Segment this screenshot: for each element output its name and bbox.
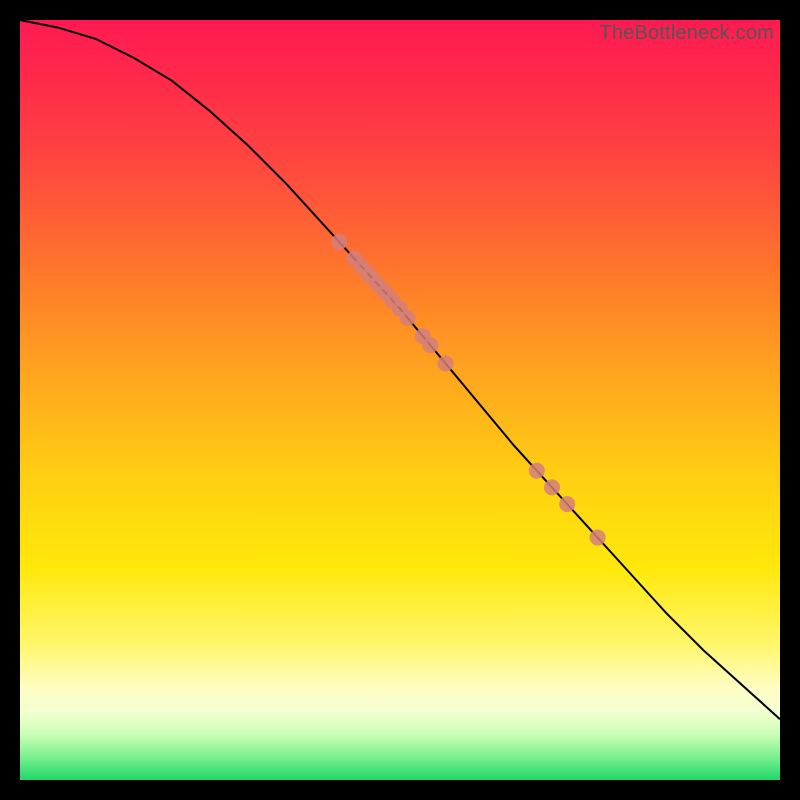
chart-frame: TheBottleneck.com [0, 0, 800, 800]
data-point [400, 310, 416, 326]
data-point [590, 530, 606, 546]
bottleneck-curve [20, 20, 780, 719]
data-point [438, 356, 454, 372]
plot-area: TheBottleneck.com [20, 20, 780, 780]
data-point [331, 234, 347, 250]
data-point [422, 337, 438, 353]
data-point [559, 496, 575, 512]
curve-layer [20, 20, 780, 780]
data-point [529, 463, 545, 479]
data-point [544, 479, 560, 495]
